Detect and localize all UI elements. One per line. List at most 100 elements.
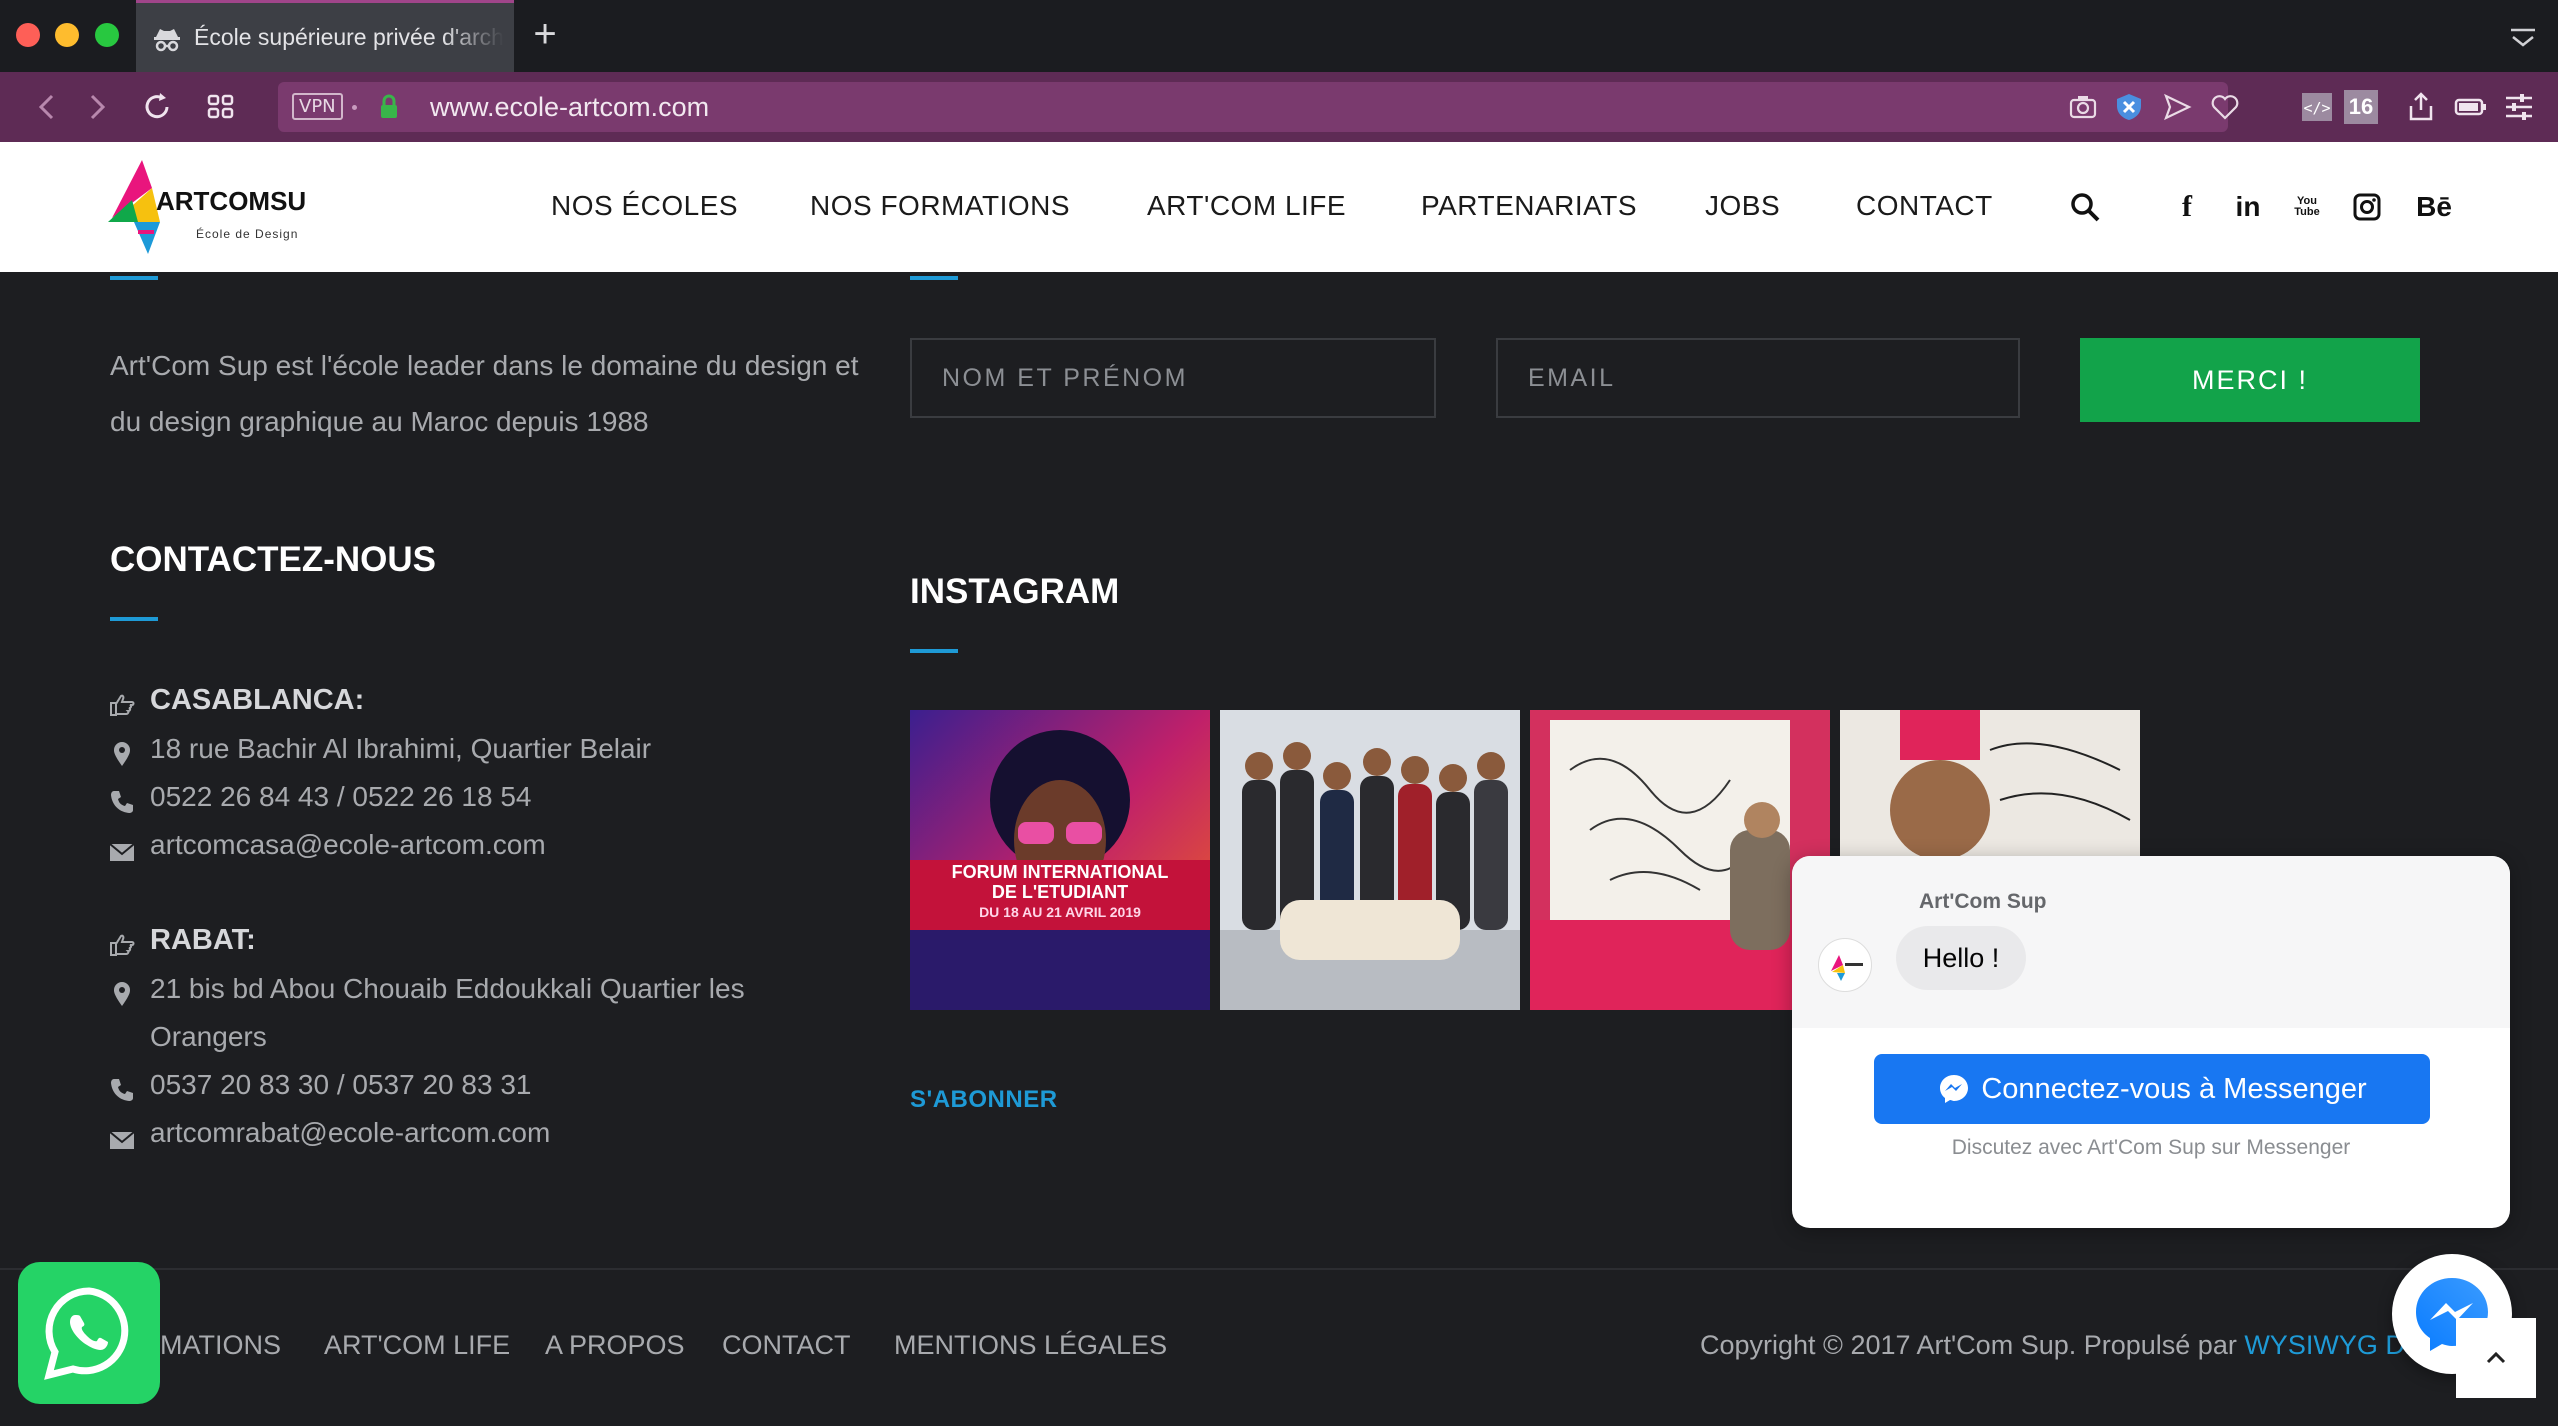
instagram-title: INSTAGRAM	[910, 572, 1120, 611]
location-pin-icon	[114, 742, 130, 766]
logo-mark-icon: ARTCOMSUP École de Design	[108, 160, 324, 254]
adblock-shield-icon[interactable]	[2114, 92, 2144, 122]
envelope-icon	[109, 843, 135, 861]
footer-nav-a-propos[interactable]: A PROPOS	[545, 1330, 685, 1361]
rabat-email[interactable]: artcomrabat@ecole-artcom.com	[150, 1117, 550, 1149]
bookmark-heart-icon[interactable]	[2210, 92, 2240, 122]
easy-setup-icon[interactable]	[2502, 90, 2536, 124]
instagram-post-3[interactable]	[1530, 710, 1830, 1010]
maximize-window-button[interactable]	[95, 23, 119, 47]
nav-item-artcom-life[interactable]: ART'COM LIFE	[1147, 190, 1346, 222]
footer-nav-formations[interactable]: MATIONS	[160, 1330, 281, 1361]
messenger-subtitle: Discutez avec Art'Com Sup sur Messenger	[1951, 1136, 2351, 1159]
forum-poster-image	[910, 710, 1210, 1010]
tab-title: École supérieure privée d'architecture	[194, 24, 504, 50]
hand-point-icon	[110, 934, 135, 956]
messenger-icon	[1940, 1075, 1969, 1103]
instagram-subscribe-link[interactable]: S'ABONNER	[910, 1086, 1058, 1114]
casablanca-email[interactable]: artcomcasa@ecole-artcom.com	[150, 829, 546, 861]
vpn-badge[interactable]: VPN	[292, 93, 343, 120]
camera-icon[interactable]	[2068, 92, 2098, 122]
rabat-address-line2: Orangers	[150, 1021, 267, 1052]
students-group-photo	[1220, 710, 1520, 1010]
messenger-chat-popup: Art'Com Sup Hello ! Connectez-vous à Mes…	[1792, 856, 2510, 1228]
footer-nav-artcom-life[interactable]: ART'COM LIFE	[324, 1330, 510, 1361]
nav-item-contact[interactable]: CONTACT	[1856, 190, 1993, 222]
copyright-text: Copyright © 2017 Art'Com Sup. Propulsé p…	[1700, 1330, 2411, 1360]
svg-text:École de Design: École de Design	[196, 226, 298, 241]
back-icon[interactable]	[30, 90, 64, 124]
messenger-connect-button[interactable]: Connectez-vous à Messenger	[1874, 1054, 2430, 1124]
youtube-icon[interactable]: You Tube	[2292, 190, 2322, 224]
rabat-heading: RABAT:	[150, 924, 256, 956]
about-text: Art'Com Sup est l'école leader dans le d…	[110, 350, 859, 437]
phone-icon	[111, 791, 133, 813]
browser-tab-active[interactable]: École supérieure privée d'architecture	[136, 0, 514, 72]
search-icon[interactable]	[2068, 190, 2102, 224]
hand-point-icon	[110, 694, 135, 716]
nav-item-nos-ecoles[interactable]: NOS ÉCOLES	[551, 190, 738, 222]
nav-item-jobs[interactable]: JOBS	[1705, 190, 1780, 222]
nav-item-nos-formations[interactable]: NOS FORMATIONS	[810, 190, 1070, 222]
scroll-to-top-button[interactable]	[2456, 1318, 2536, 1398]
artcomsup-logo[interactable]: ARTCOMSUP École de Design	[108, 160, 324, 260]
svg-text:ARTCOMSUP: ARTCOMSUP	[156, 186, 308, 216]
battery-icon[interactable]	[2454, 90, 2488, 124]
phone-icon	[111, 1079, 133, 1101]
merci-submit-button[interactable]: MERCI !	[2080, 338, 2420, 422]
facebook-icon[interactable]: f	[2172, 190, 2202, 224]
location-pin-icon	[114, 982, 130, 1006]
newsletter-accent-line	[910, 276, 958, 280]
developer-tools-icon[interactable]: </>	[2300, 90, 2334, 124]
linkedin-icon[interactable]: in	[2228, 190, 2268, 224]
wysiwyg-link[interactable]: WYSIWYG Di	[2244, 1330, 2411, 1360]
svg-text:</>: </>	[2303, 99, 2330, 117]
address-bar[interactable]: VPN www.ecole-artcom.com	[278, 82, 2239, 132]
email-input[interactable]: EMAIL	[1496, 338, 2020, 418]
tab-menu-icon[interactable]	[2508, 26, 2538, 50]
chevron-up-icon	[2486, 1351, 2506, 1364]
about-accent-line	[110, 276, 158, 280]
name-input[interactable]: NOM ET PRÉNOM	[910, 338, 1436, 418]
casablanca-phone: 0522 26 84 43 / 0522 26 18 54	[150, 781, 532, 812]
private-mode-icon	[154, 28, 180, 51]
messenger-page-name: Art'Com Sup	[1919, 890, 2047, 913]
speed-dial-icon[interactable]	[204, 90, 238, 124]
footer-nav-mentions-legales[interactable]: MENTIONS LÉGALES	[894, 1330, 1167, 1361]
contact-accent-line	[110, 617, 158, 621]
messenger-connect-label: Connectez-vous à Messenger	[1981, 1072, 2367, 1105]
vpn-status-dot	[352, 105, 357, 110]
casablanca-address: 18 rue Bachir Al Ibrahimi, Quartier Bela…	[150, 733, 652, 764]
whatsapp-icon	[44, 1287, 129, 1380]
footer-nav-contact[interactable]: CONTACT	[722, 1330, 851, 1361]
site-header: ARTCOMSUP École de Design NOS ÉCOLES NOS…	[0, 142, 2558, 272]
share-icon[interactable]	[2404, 90, 2438, 124]
footer-divider	[0, 1268, 2558, 1270]
instagram-post-2[interactable]	[1220, 710, 1520, 1010]
minimize-window-button[interactable]	[55, 23, 79, 47]
behance-icon[interactable]: Bē	[2410, 190, 2458, 224]
artcom-avatar-logo-icon	[1831, 955, 1863, 981]
instagram-post-1[interactable]: FORUM INTERNATIONAL DE L'ETUDIANT DU 18 …	[910, 710, 1210, 1010]
messenger-greeting-bubble: Hello !	[1896, 926, 2026, 990]
rabat-phone: 0537 20 83 30 / 0537 20 83 31	[150, 1069, 532, 1100]
close-window-button[interactable]	[16, 23, 40, 47]
extension-badge-icon[interactable]: 16	[2344, 90, 2378, 124]
nav-item-partenariats[interactable]: PARTENARIATS	[1421, 190, 1637, 222]
forward-icon[interactable]	[80, 90, 114, 124]
live-drawing-photo	[1530, 710, 1830, 1010]
reload-icon[interactable]	[140, 90, 174, 124]
url-text[interactable]: www.ecole-artcom.com	[430, 92, 709, 123]
lock-icon[interactable]	[378, 94, 400, 120]
contact-title: CONTACTEZ-NOUS	[110, 540, 436, 579]
new-tab-button[interactable]: +	[525, 14, 565, 54]
browser-toolbar: VPN www.ecole-artcom.com </> 16	[0, 72, 2558, 142]
browser-tab-bar: École supérieure privée d'architecture +	[0, 0, 2558, 72]
casablanca-heading: CASABLANCA:	[150, 684, 365, 716]
instagram-icon[interactable]	[2352, 190, 2382, 224]
whatsapp-button[interactable]	[18, 1262, 160, 1404]
rabat-address-line1: 21 bis bd Abou Chouaib Eddoukkali Quarti…	[150, 973, 745, 1004]
envelope-icon	[109, 1131, 135, 1149]
send-icon[interactable]	[2162, 92, 2192, 122]
forum-poster-text: FORUM INTERNATIONAL DE L'ETUDIANT DU 18 …	[951, 862, 1169, 920]
